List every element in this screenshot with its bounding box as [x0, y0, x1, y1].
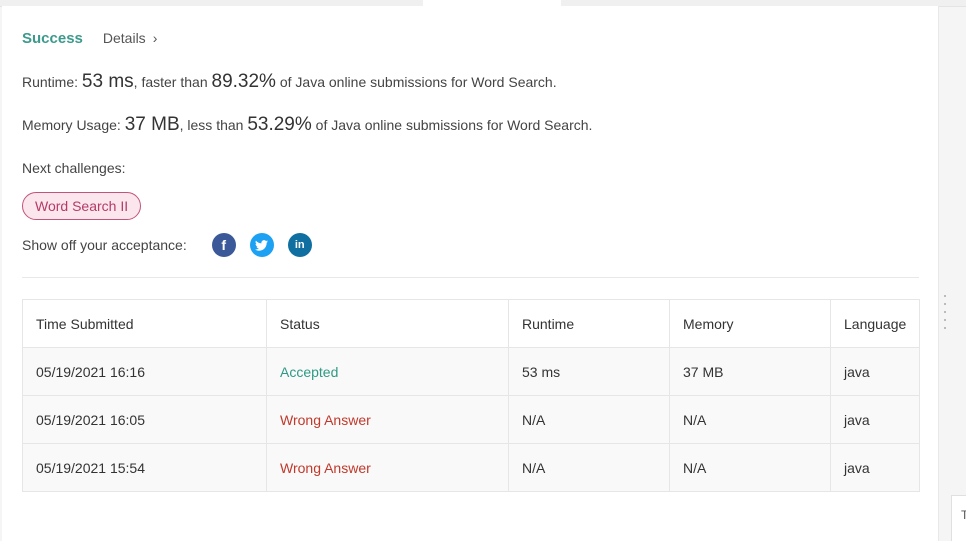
runtime-percent: 89.32%	[211, 71, 276, 92]
facebook-icon[interactable]: f	[211, 233, 236, 257]
section-divider	[22, 277, 919, 278]
table-row[interactable]: 05/19/2021 16:16 Accepted 53 ms 37 MB ja…	[22, 347, 920, 396]
share-row: Show off your acceptance: f in	[22, 233, 326, 257]
details-link[interactable]: Details ›	[103, 30, 157, 46]
cell-memory: N/A	[669, 395, 831, 444]
memory-value: 37 MB	[124, 114, 180, 135]
runtime-value: 53 ms	[81, 71, 134, 92]
share-label: Show off your acceptance:	[22, 237, 187, 253]
submissions-table: Time Submitted Status Runtime Memory Lan…	[22, 299, 920, 492]
header-language[interactable]: Language	[830, 299, 920, 348]
cell-memory: 37 MB	[669, 347, 831, 396]
runtime-label: Runtime:	[22, 74, 82, 90]
runtime-suffix: of Java online submissions for Word Sear…	[275, 74, 557, 90]
table-row[interactable]: 05/19/2021 15:54 Wrong Answer N/A N/A ja…	[22, 443, 920, 492]
memory-label: Memory Usage:	[22, 117, 125, 133]
side-panel-label: T	[961, 508, 966, 522]
linkedin-icon[interactable]: in	[287, 233, 312, 257]
resize-handle[interactable]	[942, 295, 948, 340]
cell-runtime: 53 ms	[508, 347, 670, 396]
cell-language: java	[830, 443, 920, 492]
cell-language: java	[830, 347, 920, 396]
details-label: Details	[102, 30, 146, 46]
cell-time: 05/19/2021 16:16	[22, 347, 267, 396]
header-time-submitted[interactable]: Time Submitted	[22, 299, 267, 348]
cell-language: java	[830, 395, 920, 444]
next-challenges-label: Next challenges:	[22, 160, 126, 176]
cell-time: 05/19/2021 16:05	[22, 395, 267, 444]
header-memory[interactable]: Memory	[669, 299, 831, 348]
cell-status-link[interactable]: Wrong Answer	[266, 443, 509, 492]
result-status: Success	[22, 30, 83, 47]
cell-status-link[interactable]: Accepted	[266, 347, 509, 396]
table-header-row: Time Submitted Status Runtime Memory Lan…	[22, 299, 920, 348]
chevron-right-icon: ›	[152, 30, 158, 46]
result-header: Success Details ›	[22, 30, 157, 47]
twitter-icon[interactable]	[249, 233, 274, 257]
cell-runtime: N/A	[508, 395, 670, 444]
header-runtime[interactable]: Runtime	[508, 299, 670, 348]
cell-status-link[interactable]: Wrong Answer	[266, 395, 509, 444]
runtime-stat: Runtime: 53 ms, faster than 89.32% of Ja…	[22, 71, 557, 93]
cell-memory: N/A	[669, 443, 831, 492]
cell-runtime: N/A	[508, 443, 670, 492]
submission-result-panel: Success Details › Runtime: 53 ms, faster…	[2, 6, 939, 541]
memory-percent: 53.29%	[247, 114, 312, 135]
memory-mid: , less than	[179, 117, 248, 133]
cell-time: 05/19/2021 15:54	[22, 443, 267, 492]
next-challenge-word-search-ii[interactable]: Word Search II	[22, 192, 142, 220]
runtime-mid: , faster than	[133, 74, 212, 90]
header-status[interactable]: Status	[266, 299, 509, 348]
memory-suffix: of Java online submissions for Word Sear…	[311, 117, 593, 133]
memory-stat: Memory Usage: 37 MB, less than 53.29% of…	[22, 114, 592, 136]
table-row[interactable]: 05/19/2021 16:05 Wrong Answer N/A N/A ja…	[22, 395, 920, 444]
side-panel-tab[interactable]: T	[951, 495, 966, 541]
